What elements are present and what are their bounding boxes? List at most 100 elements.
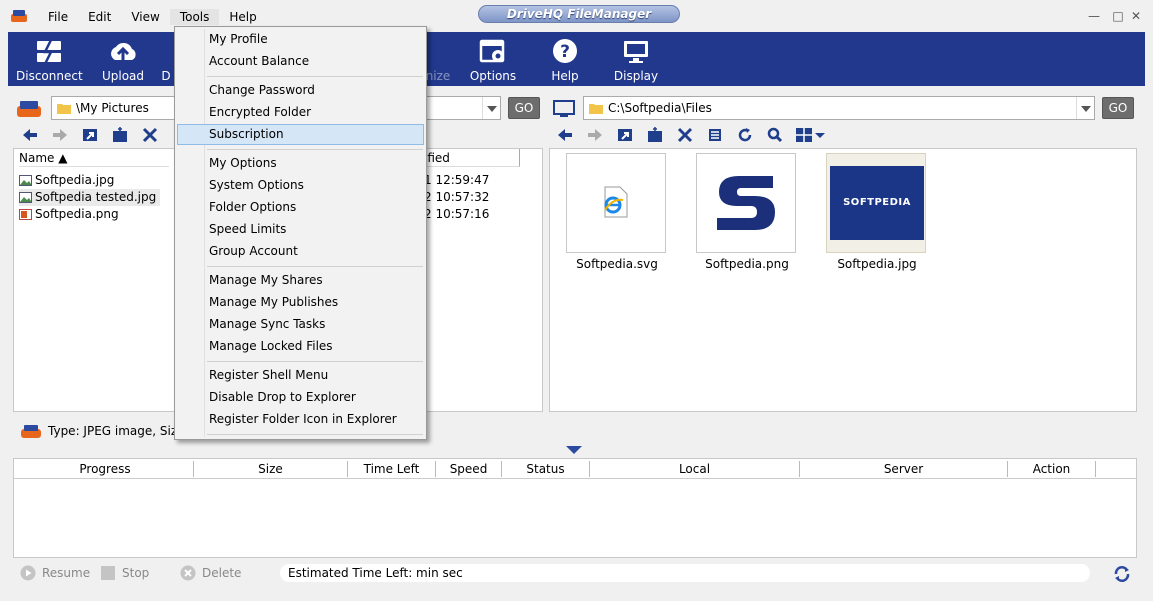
menu-item-folder-options[interactable]: Folder Options <box>177 197 424 218</box>
right-go-button[interactable]: GO <box>1102 97 1134 119</box>
refresh-icon[interactable] <box>735 125 755 145</box>
header-divider <box>14 478 1136 479</box>
menu-item-manage-locked-files[interactable]: Manage Locked Files <box>177 336 424 357</box>
options-gear-icon <box>479 39 505 63</box>
list-view-icon[interactable] <box>705 125 725 145</box>
bottom-control-bar: Resume Stop Delete Estimated Time Left: … <box>0 560 1153 588</box>
upload-button[interactable]: Upload <box>90 38 156 84</box>
folder-icon <box>57 104 71 114</box>
column-header-modified[interactable]: ified <box>424 149 520 167</box>
menu-separator <box>207 361 423 362</box>
delete-button[interactable]: Delete <box>180 564 241 582</box>
menu-item-account-balance[interactable]: Account Balance <box>177 51 424 72</box>
options-button[interactable]: Options <box>460 38 526 84</box>
left-nav-toolbar <box>20 124 160 146</box>
left-go-button[interactable]: GO <box>508 97 540 119</box>
image-file-icon <box>19 192 32 203</box>
new-folder-icon[interactable] <box>110 125 130 145</box>
app-icon[interactable] <box>10 9 28 23</box>
modified-cell: 2 10:57:32 <box>424 190 490 204</box>
file-row[interactable]: Softpedia.jpg <box>19 172 114 189</box>
softpedia-banner: SOFTPEDIA <box>830 166 924 240</box>
thumbnail-jpg-selected[interactable]: SOFTPEDIA <box>826 153 926 253</box>
right-path-bar: C:\Softpedia\Files GO <box>549 96 1137 122</box>
menu-separator <box>207 266 423 267</box>
thumbnail-label: Softpedia.svg <box>576 257 658 271</box>
sync-refresh-icon[interactable] <box>1113 565 1131 583</box>
modified-cell: 2 10:57:16 <box>424 207 490 221</box>
menu-separator <box>207 149 423 150</box>
menu-item-disable-drop-to-explorer[interactable]: Disable Drop to Explorer <box>177 387 424 408</box>
menu-item-my-profile[interactable]: My Profile <box>177 29 424 50</box>
play-icon <box>20 565 36 581</box>
menu-item-change-password[interactable]: Change Password <box>177 80 424 101</box>
local-file-thumbnails[interactable]: Softpedia.svg Softpedia.png SOFTPEDIA So… <box>549 148 1137 412</box>
menu-item-speed-limits[interactable]: Speed Limits <box>177 219 424 240</box>
parent-folder-icon[interactable] <box>615 125 635 145</box>
column-header-status[interactable]: Status <box>502 461 590 477</box>
resume-button[interactable]: Resume <box>20 564 90 582</box>
delete-x-icon[interactable] <box>140 125 160 145</box>
column-header-speed[interactable]: Speed <box>436 461 502 477</box>
computer-icon[interactable] <box>552 99 576 119</box>
back-arrow-icon[interactable] <box>555 125 575 145</box>
column-header-time-left[interactable]: Time Left <box>348 461 436 477</box>
delete-x-icon[interactable] <box>675 125 695 145</box>
stop-button[interactable]: Stop <box>100 564 149 582</box>
menu-edit[interactable]: Edit <box>78 9 121 25</box>
menu-item-my-options[interactable]: My Options <box>177 153 424 174</box>
menu-item-system-options[interactable]: System Options <box>177 175 424 196</box>
thumbnail-svg[interactable] <box>566 153 666 253</box>
new-folder-icon[interactable] <box>645 125 665 145</box>
menu-item-group-account[interactable]: Group Account <box>177 241 424 262</box>
column-header-action[interactable]: Action <box>1008 461 1096 477</box>
menu-item-register-folder-icon[interactable]: Register Folder Icon in Explorer <box>177 409 424 430</box>
column-header-progress[interactable]: Progress <box>17 461 194 477</box>
maximize-button[interactable]: □ <box>1110 8 1126 24</box>
thumbnail-png[interactable] <box>696 153 796 253</box>
svg-text:?: ? <box>560 42 570 62</box>
column-header-name[interactable]: Name ▲ <box>19 149 169 167</box>
drivehq-drive-icon[interactable] <box>15 99 43 119</box>
back-arrow-icon[interactable] <box>20 125 40 145</box>
file-row[interactable]: Softpedia tested.jpg <box>19 189 161 206</box>
right-path-combo[interactable]: C:\Softpedia\Files <box>583 96 1095 120</box>
download-button[interactable]: D <box>158 38 174 84</box>
chevron-down-icon[interactable] <box>482 97 500 119</box>
menu-separator <box>207 76 423 77</box>
image-file-icon <box>19 175 32 186</box>
forward-arrow-icon[interactable] <box>585 125 605 145</box>
close-button[interactable]: ✕ <box>1128 8 1144 24</box>
file-row[interactable]: Softpedia.png <box>19 206 119 223</box>
column-header-server[interactable]: Server <box>800 461 1008 477</box>
column-header-local[interactable]: Local <box>590 461 800 477</box>
menu-item-subscription[interactable]: Subscription <box>177 124 424 145</box>
display-monitor-icon <box>624 41 648 63</box>
menu-item-manage-sync-tasks[interactable]: Manage Sync Tasks <box>177 314 424 335</box>
cloud-upload-icon <box>111 42 136 62</box>
display-button[interactable]: Display <box>603 38 669 84</box>
menu-bar: File Edit View Tools Help <box>38 9 267 25</box>
transfer-queue-table[interactable]: Progress Size Time Left Speed Status Loc… <box>13 458 1137 558</box>
menu-item-encrypted-folder[interactable]: Encrypted Folder <box>177 102 424 123</box>
column-header-size[interactable]: Size <box>194 461 348 477</box>
menu-file[interactable]: File <box>38 9 78 25</box>
menu-help[interactable]: Help <box>219 9 266 25</box>
chevron-down-icon[interactable] <box>1076 97 1094 119</box>
thumbnail-label: Softpedia.png <box>705 257 789 271</box>
menu-item-manage-my-publishes[interactable]: Manage My Publishes <box>177 292 424 313</box>
help-button[interactable]: ? Help <box>532 38 598 84</box>
thumbnail-view-icon[interactable] <box>795 125 825 145</box>
tools-dropdown-menu: My Profile Account Balance Change Passwo… <box>174 26 427 440</box>
menu-tools[interactable]: Tools <box>169 9 220 25</box>
disconnect-button[interactable]: Disconnect <box>16 38 83 84</box>
forward-arrow-icon[interactable] <box>50 125 70 145</box>
menu-view[interactable]: View <box>121 9 169 25</box>
minimize-button[interactable]: — <box>1086 8 1102 24</box>
expand-triangle-icon[interactable] <box>566 446 582 454</box>
delete-circle-icon <box>180 565 196 581</box>
menu-item-register-shell-menu[interactable]: Register Shell Menu <box>177 365 424 386</box>
parent-folder-icon[interactable] <box>80 125 100 145</box>
menu-item-manage-my-shares[interactable]: Manage My Shares <box>177 270 424 291</box>
search-icon[interactable] <box>765 125 785 145</box>
